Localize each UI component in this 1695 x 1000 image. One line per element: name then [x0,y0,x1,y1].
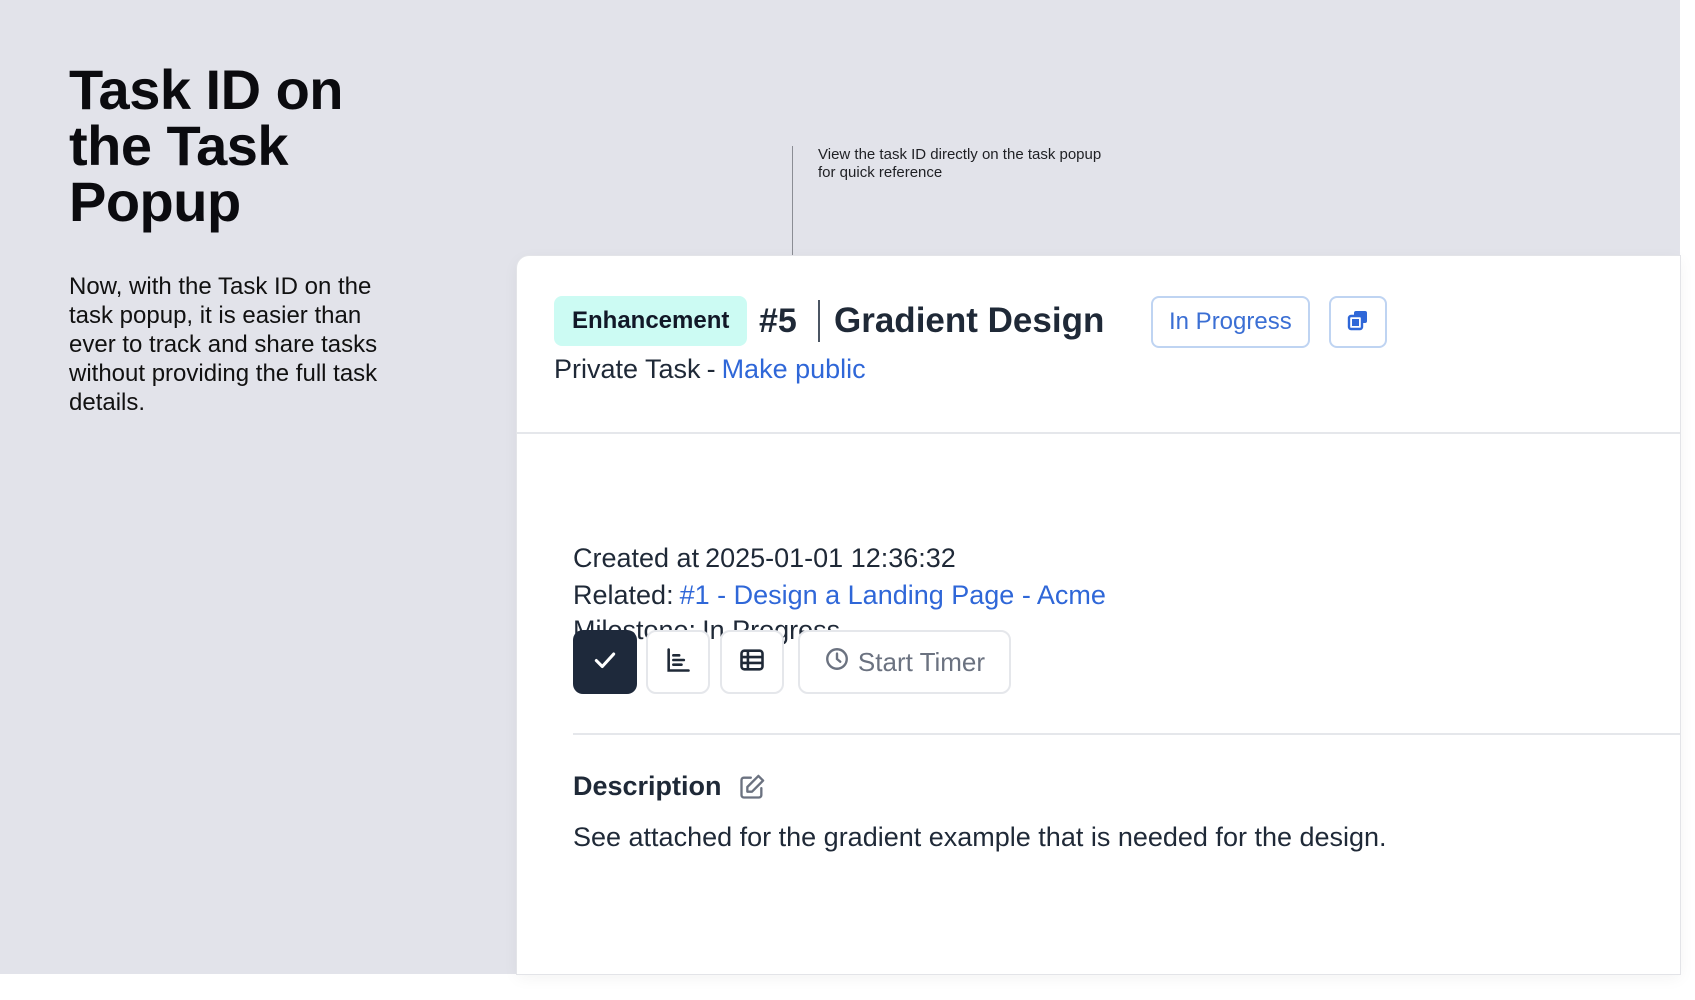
clock-icon [824,646,850,679]
task-title[interactable]: Gradient Design [834,296,1104,346]
status-button[interactable]: In Progress [1151,296,1310,348]
edit-icon[interactable] [738,773,766,801]
related-task-link[interactable]: #1 - Design a Landing Page - Acme [680,580,1106,610]
bar-chart-icon [664,646,692,679]
created-value: 2025-01-01 12:36:32 [705,543,956,573]
privacy-row: Private Task - Make public [554,354,866,385]
privacy-label: Private Task [554,354,701,384]
description-heading: Description [573,771,766,802]
task-type-tag[interactable]: Enhancement [554,296,748,346]
mark-complete-button[interactable] [573,630,637,694]
make-public-link[interactable]: Make public [722,354,866,384]
created-label: Created at [573,543,700,573]
privacy-separator: - [706,354,716,384]
copy-icon [1346,308,1370,337]
timeline-button[interactable] [646,630,710,694]
related-label: Related: [573,580,674,610]
table-list-icon [738,646,766,679]
start-timer-button[interactable]: Start Timer [798,630,1011,694]
task-id: #5 [759,301,797,340]
copy-button[interactable] [1329,296,1387,348]
callout-text: View the task ID directly on the task po… [818,146,1102,181]
page-headline: Task ID on the Task Popup [69,58,344,233]
section-divider [573,733,1680,735]
page-description: Now, with the Task ID on the task popup,… [69,273,378,416]
start-timer-label: Start Timer [857,646,986,677]
title-divider [818,300,820,342]
check-icon [592,647,618,678]
description-body: See attached for the gradient example th… [573,822,1387,852]
description-title: Description [573,771,722,801]
related-row: Related: #1 - Design a Landing Page - Acm… [573,580,1106,611]
task-popup: Enhancement #5 Gradient Design In Progre… [517,256,1680,974]
created-row: Created at 2025-01-01 12:36:32 [573,543,956,574]
table-view-button[interactable] [720,630,784,694]
header-divider [517,432,1680,434]
page-background: Task ID on the Task Popup Now, with the … [0,0,1680,974]
